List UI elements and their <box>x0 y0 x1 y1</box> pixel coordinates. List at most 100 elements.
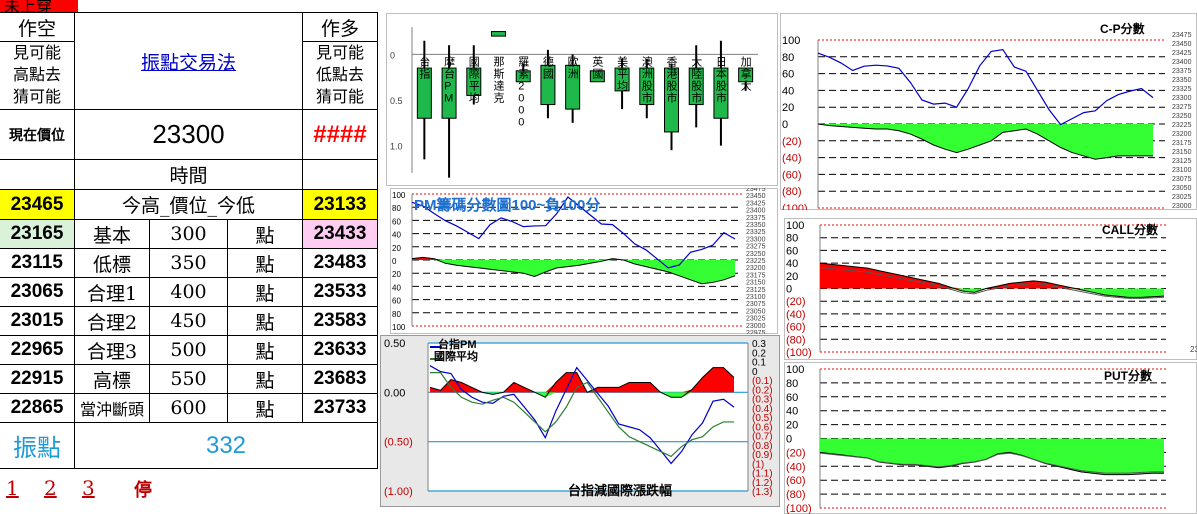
level-name: 低標 <box>75 249 150 278</box>
y2-tick-label: 23375 <box>746 215 766 222</box>
y2-tick-label: 23275 <box>746 244 766 251</box>
y-tick-label: 0 <box>392 257 397 266</box>
long-level-price: 23583 <box>303 307 378 336</box>
category-label: 市 <box>716 90 727 104</box>
y2-tick-label: 23150 <box>1172 149 1192 156</box>
y-tick-label: 20 <box>786 271 798 283</box>
category-label: 股 <box>642 79 653 92</box>
y-tick-label: (20) <box>786 447 806 459</box>
y-tick-label: 1.0 <box>390 142 403 152</box>
y2-tick-label: 23400 <box>746 208 766 215</box>
y-tick-label: (80) <box>782 186 802 198</box>
level-unit: 點 <box>228 336 303 365</box>
category-label: 均 <box>469 91 480 104</box>
level-name: 合理2 <box>75 307 150 336</box>
category-label: 拿 <box>741 66 752 80</box>
y-tick-label: (60) <box>786 475 806 487</box>
short-header: 作空 <box>0 12 75 42</box>
corner-label-text: 未上穿 <box>4 0 53 12</box>
y-tick-label: 0.00 <box>384 387 405 399</box>
y-tick-label: 60 <box>782 69 794 81</box>
category-label: 指 <box>419 66 430 80</box>
y-tick-label: 0 <box>390 50 395 60</box>
short-level-price: 23015 <box>0 307 75 336</box>
y-tick-label: (100) <box>782 203 808 210</box>
category-label: M <box>444 92 453 104</box>
level-points: 600 <box>150 394 228 423</box>
chart-border <box>780 13 1197 210</box>
y-tick-label: 100 <box>392 323 406 332</box>
y-tick-label: 0 <box>786 284 792 296</box>
category-label: 台 <box>419 54 430 68</box>
long-notes: 見可能 低點去 猜可能 <box>303 42 378 110</box>
y2-tick-label: 23250 <box>1172 113 1192 120</box>
category-label: 歐 <box>568 54 579 68</box>
chart-title: PM籌碼分數圖100~負100分 <box>414 196 600 214</box>
y2-tick-label: 23025 <box>1172 194 1192 201</box>
swing-label: 振點 <box>0 423 75 469</box>
category-label: 本 <box>716 66 727 80</box>
y-tick-label: (40) <box>782 153 802 165</box>
chart-title: CALL分數 <box>1102 222 1158 237</box>
category-label: 陸 <box>691 67 702 80</box>
chart-title: 台指減國際漲跌幅 <box>568 483 672 498</box>
sheet-button-3[interactable]: 3 <box>82 476 95 500</box>
y2-tick-label: 23175 <box>1172 140 1192 147</box>
method-link[interactable]: 振點交易法 <box>141 48 236 75</box>
y-tick-label: 20 <box>392 244 401 253</box>
y-tick-label: (100) <box>786 503 812 514</box>
category-label: 英 <box>592 54 603 68</box>
legend-label-intl: 國際平均 <box>434 349 478 363</box>
short-notes: 見可能 高點去 猜可能 <box>0 42 75 110</box>
long-note-2: 低點去 <box>315 65 364 84</box>
category-label: 國 <box>543 67 554 80</box>
category-label: 0 <box>518 104 524 116</box>
short-level-price: 22865 <box>0 394 75 423</box>
y2-tick-label: 23050 <box>746 308 766 315</box>
y2-tick-label: 23225 <box>1172 122 1192 129</box>
y2-tick-label: 23100 <box>1172 167 1192 174</box>
long-level-price: 23633 <box>303 336 378 365</box>
y2-tick-label: 23150 <box>746 280 766 287</box>
level-unit: 點 <box>228 394 303 423</box>
stop-button[interactable]: 停 <box>134 476 152 502</box>
y2-tick-label: 23225 <box>746 258 766 265</box>
y-tick-label: 40 <box>786 406 798 418</box>
intl-index-candlestick-chart: 00.51.0台指摩台PM國際平均那斯達克羅素2000德國歐洲英國美平均澳洲股市… <box>386 13 778 186</box>
y-tick-label: (1.00) <box>384 486 413 498</box>
y2-tick-label: 23000 <box>1172 203 1192 210</box>
y-tick-label: 80 <box>782 52 794 64</box>
short-level-price: 23065 <box>0 278 75 307</box>
y-tick-label: 40 <box>782 85 794 97</box>
y-tick-label: 0 <box>786 434 792 446</box>
chart-title: C-P分數 <box>1100 21 1145 36</box>
y2-tick-label: 23250 <box>746 251 766 258</box>
y-tick-label: 80 <box>786 378 798 390</box>
candle-body <box>491 31 506 37</box>
y-tick-label: 40 <box>392 231 401 240</box>
level-name: 合理3 <box>75 336 150 365</box>
y-tick-label: 100 <box>392 191 406 200</box>
method-link-cell[interactable]: 振點交易法 <box>75 12 303 110</box>
y-tick-label: (60) <box>782 169 802 181</box>
sheet-button-2[interactable]: 2 <box>44 476 57 500</box>
y-tick-label: 20 <box>782 102 794 114</box>
y-tick-label: 60 <box>786 392 798 404</box>
short-level-price: 23115 <box>0 249 75 278</box>
category-label: 澳 <box>642 55 653 68</box>
y2-tick-label: 23425 <box>1172 50 1192 57</box>
put-score-chart: 100 80 60 40 20 0(20) (40) (60) (80) (100) PUT分數 <box>784 362 1197 514</box>
y2-tick-label: 23425 <box>746 200 766 207</box>
y-tick-label: 0.5 <box>390 96 403 106</box>
y-tick-label: (80) <box>786 489 806 501</box>
legend-label-tw: 台指PM <box>438 337 477 351</box>
y2-tick-label: 23200 <box>1172 131 1192 138</box>
category-label: 香 <box>667 55 678 68</box>
sheet-button-1[interactable]: 1 <box>6 476 19 500</box>
long-note-1: 見可能 <box>315 43 364 62</box>
y2-tick-label: 23125 <box>746 287 766 294</box>
y2-tick-label: 23475 <box>1172 32 1192 39</box>
time-blank-right <box>303 160 378 190</box>
level-points: 300 <box>150 220 228 249</box>
y-tick-label: 40 <box>786 258 798 270</box>
